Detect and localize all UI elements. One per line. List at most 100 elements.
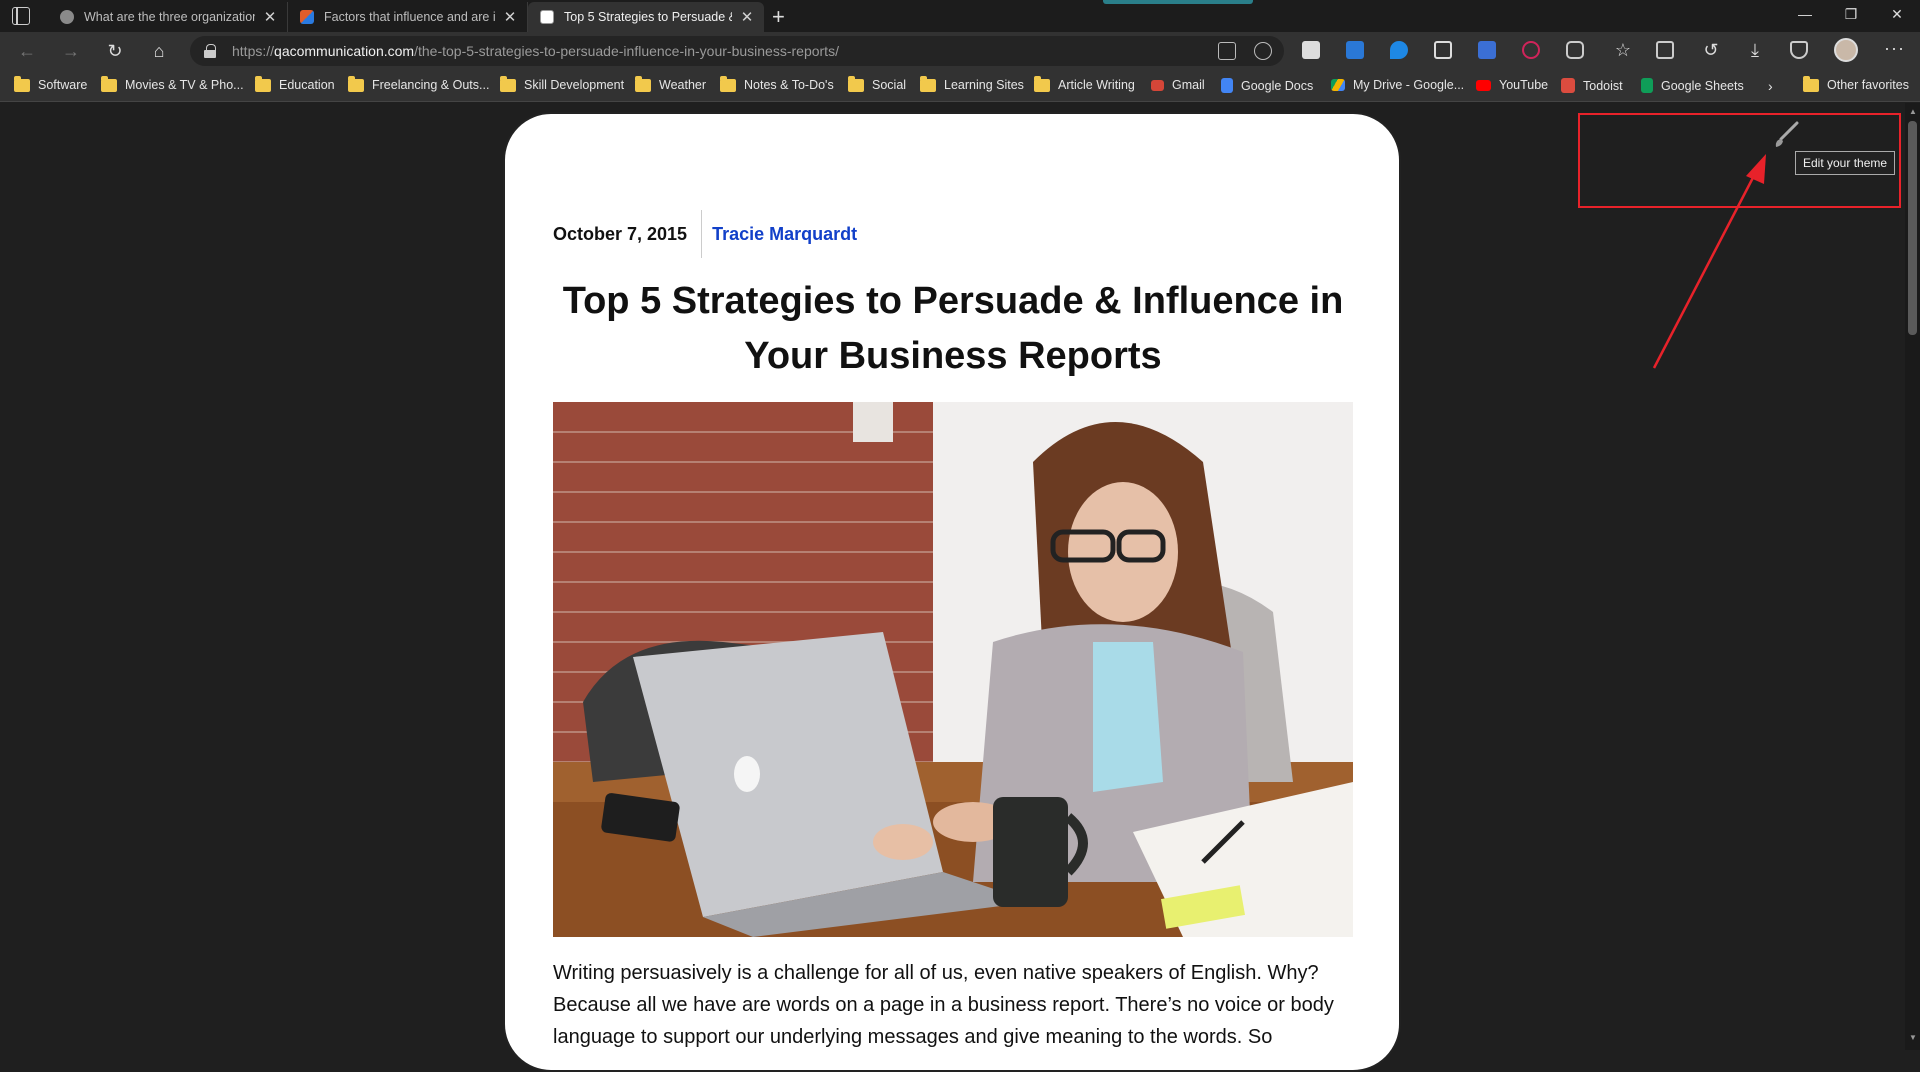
bookmarks-overflow-icon[interactable]: › <box>1768 78 1773 94</box>
bookmark-label: Todoist <box>1583 78 1623 93</box>
history-icon[interactable]: ↺ <box>1700 39 1722 61</box>
close-icon[interactable]: ✕ <box>263 8 277 26</box>
bookmark-movies[interactable]: Movies & TV & Pho... <box>101 75 244 92</box>
folder-icon <box>635 75 651 92</box>
bookmark-weather[interactable]: Weather <box>635 75 707 92</box>
article-intro: Writing persuasively is a challenge for … <box>553 962 1334 1048</box>
google-docs-icon <box>1221 78 1233 93</box>
add-favorite-icon[interactable] <box>1254 42 1272 60</box>
more-options-icon[interactable]: ··· <box>1884 38 1905 59</box>
folder-icon <box>14 75 30 92</box>
bookmark-skill-development[interactable]: Skill Development <box>500 75 624 92</box>
browser-chrome: What are the three organization ✕ Factor… <box>0 0 1920 102</box>
bookmark-other-favorites[interactable]: Other favorites <box>1803 75 1909 92</box>
extension-3-icon[interactable] <box>1390 41 1408 59</box>
bookmark-label: Software <box>38 78 88 92</box>
youtube-icon <box>1476 79 1491 91</box>
download-icon[interactable]: ⤓ <box>1744 39 1766 61</box>
tab-actions-icon[interactable] <box>12 7 30 25</box>
new-tab-icon[interactable]: + <box>772 4 785 30</box>
article-card: October 7, 2015 Tracie Marquardt Top 5 S… <box>503 112 1401 1072</box>
favorites-icon[interactable]: ☆ <box>1612 39 1634 61</box>
browser-essentials-icon[interactable] <box>1790 41 1808 59</box>
tab-1[interactable]: What are the three organization ✕ <box>48 2 288 32</box>
url-text[interactable]: https://qacommunication.com/the-top-5-st… <box>232 43 839 59</box>
restore-icon[interactable]: ❐ <box>1828 6 1874 23</box>
bookmark-freelancing[interactable]: Freelancing & Outs... <box>348 75 490 92</box>
scrollbar[interactable]: ▲ ▼ <box>1905 103 1920 1050</box>
google-drive-icon <box>1331 79 1345 91</box>
folder-icon <box>920 75 936 92</box>
reload-icon[interactable]: ↻ <box>104 40 126 62</box>
bookmark-youtube[interactable]: YouTube <box>1476 78 1548 92</box>
folder-icon <box>500 75 516 92</box>
article-author-link[interactable]: Tracie Marquardt <box>702 224 857 245</box>
bookmark-label: Google Sheets <box>1661 78 1744 93</box>
avatar[interactable] <box>1834 38 1858 62</box>
tab-favicon-icon <box>540 10 554 24</box>
bookmark-software[interactable]: Software <box>14 75 88 92</box>
bookmark-label: Social <box>872 78 907 92</box>
scroll-down-icon[interactable]: ▼ <box>1909 1033 1917 1042</box>
bookmark-social[interactable]: Social <box>848 75 907 92</box>
article-meta: October 7, 2015 Tracie Marquardt <box>553 210 857 258</box>
tab-favicon-icon <box>60 10 74 24</box>
bookmark-label: My Drive - Google... <box>1353 78 1465 92</box>
extension-2-icon[interactable] <box>1346 41 1364 59</box>
extension-1-icon[interactable] <box>1302 41 1320 59</box>
bookmark-learning-sites[interactable]: Learning Sites <box>920 75 1024 92</box>
tab-title: What are the three organization <box>84 10 255 24</box>
scrollbar-thumb[interactable] <box>1908 121 1917 335</box>
bookmark-education[interactable]: Education <box>255 75 335 92</box>
bookmark-notes[interactable]: Notes & To-Do's <box>720 75 834 92</box>
address-bar[interactable]: https://qacommunication.com/the-top-5-st… <box>190 36 1284 66</box>
extension-4-icon[interactable] <box>1434 41 1452 59</box>
bookmark-google-docs[interactable]: Google Docs <box>1221 78 1313 93</box>
lock-icon[interactable] <box>204 44 216 58</box>
folder-icon <box>255 75 271 92</box>
bookmark-label: Learning Sites <box>944 78 1024 92</box>
bookmark-label: Weather <box>659 78 707 92</box>
reader-mode-icon[interactable] <box>1218 42 1236 60</box>
tab-3-active[interactable]: Top 5 Strategies to Persuade & I ✕ <box>528 2 764 32</box>
minimize-icon[interactable]: — <box>1782 6 1828 22</box>
bookmark-label: Education <box>279 78 335 92</box>
annotation-arrow <box>1652 154 1766 369</box>
folder-icon <box>720 75 736 92</box>
translate-icon[interactable] <box>1478 41 1496 59</box>
scroll-up-icon[interactable]: ▲ <box>1909 107 1917 116</box>
folder-icon <box>848 75 864 92</box>
window-close-icon[interactable]: ✕ <box>1874 6 1920 23</box>
url-path: /the-top-5-strategies-to-persuade-influe… <box>414 43 839 59</box>
folder-icon <box>348 75 364 92</box>
close-icon[interactable]: ✕ <box>503 8 517 26</box>
bookmark-gmail[interactable]: Gmail <box>1151 78 1205 92</box>
close-icon[interactable]: ✕ <box>740 8 754 26</box>
article-photo <box>553 402 1353 937</box>
folder-icon <box>1803 75 1819 92</box>
forward-icon[interactable]: → <box>60 40 82 62</box>
bookmark-label: Gmail <box>1172 78 1205 92</box>
bookmark-todoist[interactable]: Todoist <box>1561 78 1623 93</box>
collections-icon[interactable] <box>1656 41 1674 59</box>
bookmark-google-sheets[interactable]: Google Sheets <box>1641 78 1744 93</box>
bookmark-label: YouTube <box>1499 78 1549 92</box>
home-icon[interactable]: ⌂ <box>148 40 170 62</box>
bookmark-my-drive[interactable]: My Drive - Google... <box>1331 78 1464 92</box>
tab-title: Factors that influence and are inf <box>324 10 495 24</box>
bookmarks-bar: Software Movies & TV & Pho... Education … <box>0 70 1920 102</box>
back-icon[interactable]: ← <box>16 40 38 62</box>
bookmark-label: Freelancing & Outs... <box>372 78 490 92</box>
extensions-icon[interactable] <box>1566 41 1584 59</box>
edit-theme-tooltip: Edit your theme <box>1795 151 1896 175</box>
extension-6-icon[interactable] <box>1522 41 1540 59</box>
bookmark-article-writing[interactable]: Article Writing <box>1034 75 1135 92</box>
folder-icon <box>101 75 117 92</box>
folder-icon <box>1034 75 1050 92</box>
tab-2[interactable]: Factors that influence and are inf ✕ <box>288 2 528 32</box>
article-title: Top 5 Strategies to Persuade & Influence… <box>562 280 1344 377</box>
tab-strip: What are the three organization ✕ Factor… <box>0 0 1920 32</box>
url-scheme: https:// <box>232 43 275 59</box>
article-image <box>553 402 1353 937</box>
tab-title: Top 5 Strategies to Persuade & I <box>564 10 732 24</box>
